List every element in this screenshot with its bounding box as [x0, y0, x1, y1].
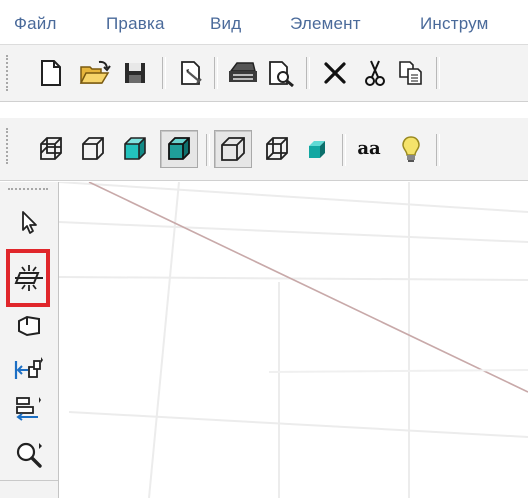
shaded-edges-icon	[165, 135, 193, 163]
select-arrow-icon	[17, 209, 41, 235]
toolbar-grip[interactable]	[8, 188, 48, 194]
hidden-lines-icon	[79, 135, 107, 163]
font-size-label: aa	[357, 138, 381, 159]
copy-icon	[397, 59, 425, 87]
wireframe-icon	[37, 135, 65, 163]
zoom-icon	[14, 440, 44, 470]
copy-button[interactable]	[394, 56, 428, 90]
properties-icon	[177, 59, 205, 87]
shaded-button[interactable]	[118, 132, 152, 166]
canvas-grid	[59, 182, 528, 498]
cut-icon	[363, 59, 387, 87]
print-icon	[227, 59, 259, 87]
active-tool-highlight	[6, 249, 50, 307]
shaded-edges-button[interactable]	[160, 130, 198, 168]
delete-button[interactable]	[318, 56, 352, 90]
save-button[interactable]	[118, 56, 152, 90]
align-button[interactable]	[12, 392, 46, 426]
print-preview-button[interactable]	[264, 56, 298, 90]
print-button[interactable]	[226, 56, 260, 90]
font-size-icon: aa	[357, 140, 380, 158]
toolbar-grip[interactable]	[6, 55, 12, 91]
hidden-lines-button[interactable]	[76, 132, 110, 166]
shaded-icon	[121, 135, 149, 163]
menu-view[interactable]: Вид	[210, 14, 241, 34]
menu-tools[interactable]: Инструм	[420, 14, 489, 34]
new-document-icon	[38, 59, 64, 87]
lightbulb-icon	[399, 134, 423, 164]
toolbar-separator	[436, 134, 440, 166]
construction-line	[88, 182, 528, 393]
drawing-canvas[interactable]	[59, 182, 528, 498]
toolbar-separator	[214, 57, 218, 89]
new-document-button[interactable]	[34, 56, 68, 90]
menu-edit[interactable]: Правка	[106, 14, 165, 34]
toolbar-separator	[162, 57, 166, 89]
view-toolbar: aa	[0, 118, 528, 181]
toolbar-separator	[206, 134, 210, 166]
perspective-button[interactable]	[214, 130, 252, 168]
cut-button[interactable]	[358, 56, 392, 90]
solid-cube-icon	[304, 136, 330, 162]
move-left-button[interactable]	[12, 352, 46, 386]
font-size-button[interactable]: aa	[352, 132, 386, 166]
wireframe-alt-button[interactable]	[260, 132, 294, 166]
toolbar-separator	[306, 57, 310, 89]
save-icon	[122, 60, 148, 86]
lighting-button[interactable]	[394, 132, 428, 166]
move-left-icon	[14, 355, 44, 383]
wireframe-button[interactable]	[34, 132, 68, 166]
print-preview-icon	[266, 59, 296, 87]
wireframe-alt-icon	[263, 135, 291, 163]
open-folder-icon	[79, 59, 111, 87]
toolbar-separator	[342, 134, 346, 166]
open-button[interactable]	[78, 56, 112, 90]
menu-bar: Файл Правка Вид Элемент Инструм	[0, 0, 528, 45]
toolbar-separator	[436, 57, 440, 89]
left-toolbar-bottom-edge	[0, 480, 58, 481]
properties-button[interactable]	[174, 56, 208, 90]
toolbar-grip[interactable]	[6, 128, 12, 164]
select-tool-button[interactable]	[12, 205, 46, 239]
perspective-icon	[219, 135, 247, 163]
delete-icon	[322, 60, 348, 86]
main-toolbar	[0, 45, 528, 102]
menu-element[interactable]: Элемент	[290, 14, 361, 34]
rotate-face-button[interactable]	[12, 309, 46, 343]
zoom-button[interactable]	[12, 438, 46, 472]
solid-cube-button[interactable]	[300, 132, 334, 166]
rotate-face-icon	[15, 313, 43, 339]
align-icon	[14, 395, 44, 423]
menu-file[interactable]: Файл	[14, 14, 57, 34]
